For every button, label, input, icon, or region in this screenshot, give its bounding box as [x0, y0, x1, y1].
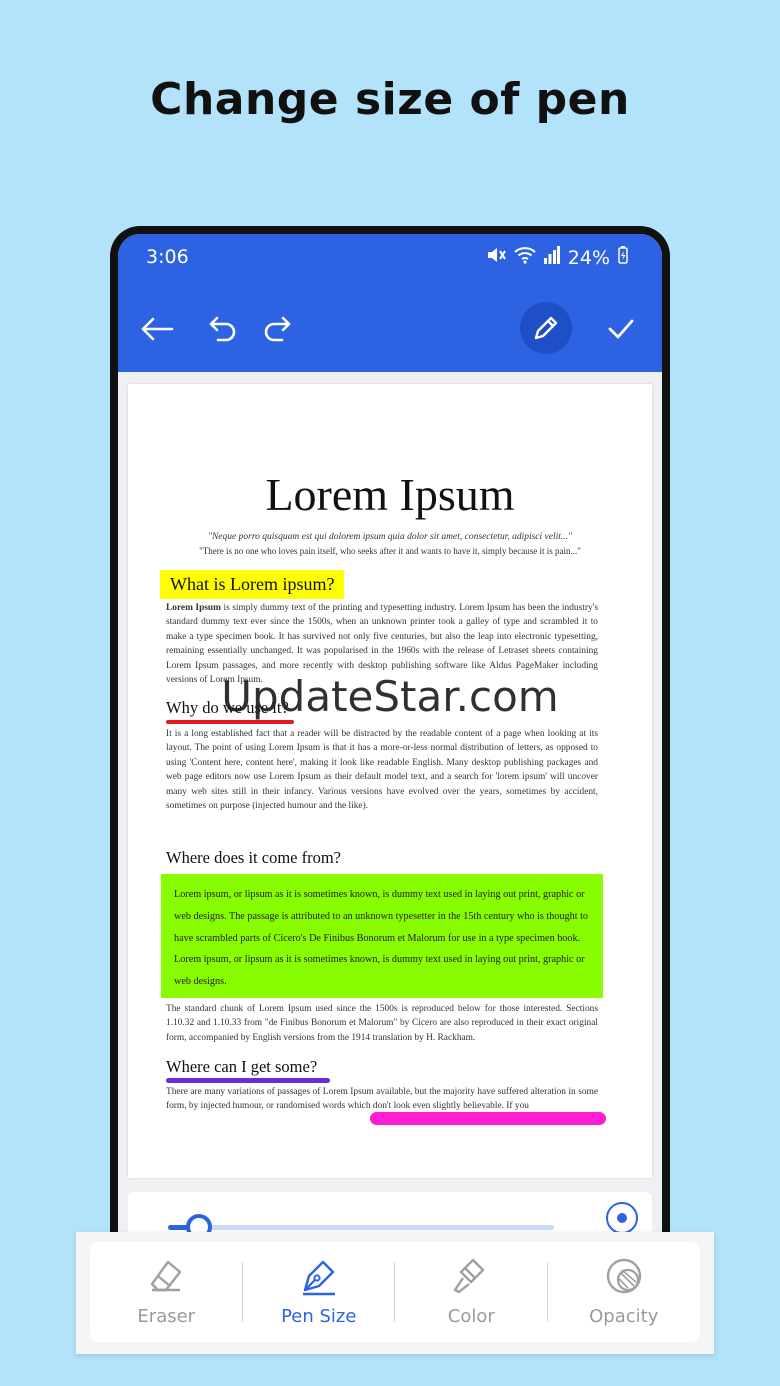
editor-toolbar [118, 284, 662, 372]
tool-opacity-label: Opacity [589, 1306, 659, 1327]
phone-screen: 3:06 24% Lorem Ipsum "Neque porro quisqu… [118, 234, 662, 1276]
heading-where-get: Where can I get some? [166, 1057, 318, 1076]
tool-color-label: Color [447, 1306, 495, 1327]
heading-what-is-lorem: What is Lorem ipsum? [160, 570, 345, 599]
tool-eraser-label: Eraser [137, 1306, 196, 1327]
mute-icon [486, 246, 506, 269]
paragraph-standard-chunk: The standard chunk of Lorem Ipsum used s… [166, 1004, 598, 1043]
bottom-tool-bar: Eraser Pen Size Color Opacity [76, 1232, 714, 1354]
phone-frame: 3:06 24% Lorem Ipsum "Neque porro quisqu… [110, 226, 670, 1276]
arrow-left-icon [141, 317, 174, 341]
paint-brush-icon [454, 1258, 485, 1294]
redo-icon [264, 316, 291, 342]
tool-color[interactable]: Color [395, 1242, 548, 1342]
redo-button[interactable] [254, 306, 300, 352]
battery-charging-icon [618, 246, 628, 269]
check-icon [608, 319, 634, 339]
document-page[interactable]: Lorem Ipsum "Neque porro quisquam est qu… [128, 384, 652, 1178]
pen-size-preview-dot [617, 1213, 627, 1223]
pen-nib-icon [302, 1260, 335, 1296]
paragraph-bold-term: Lorem Ipsum [166, 603, 221, 613]
tool-pen-size[interactable]: Pen Size [243, 1242, 395, 1342]
confirm-button[interactable] [598, 306, 644, 352]
tool-tabs: Eraser Pen Size Color Opacity [90, 1242, 700, 1342]
heading-where-from: Where does it come from? [166, 848, 342, 867]
status-icons: 24% [486, 246, 628, 269]
status-bar: 3:06 24% [118, 234, 662, 284]
document-title: Lorem Ipsum [265, 469, 515, 520]
pen-size-slider[interactable] [168, 1225, 554, 1230]
pen-tool-button[interactable] [520, 302, 572, 354]
tool-pen-size-label: Pen Size [281, 1306, 357, 1327]
pen-size-preview [606, 1202, 638, 1234]
back-button[interactable] [134, 306, 180, 352]
opacity-icon [606, 1258, 641, 1294]
signal-icon [543, 246, 560, 269]
paragraph-where-from: Lorem ipsum, or lipsum as it is sometime… [174, 889, 589, 988]
status-time: 3:06 [146, 246, 189, 268]
undo-button[interactable] [200, 306, 246, 352]
pink-pen-stroke [370, 1112, 606, 1125]
paragraph-why-use: It is a long established fact that a rea… [166, 729, 598, 812]
undo-icon [209, 316, 236, 342]
watermark: UpdateStar.com [221, 672, 559, 721]
paragraph-where-get: There are many variations of passages of… [166, 1087, 598, 1112]
headline: Change size of pen [150, 74, 630, 125]
document-quote-english: "There is no one who loves pain itself, … [199, 546, 581, 556]
pencil-icon [534, 316, 558, 340]
purple-pen-stroke [166, 1078, 330, 1083]
wifi-icon [514, 246, 536, 269]
tool-opacity[interactable]: Opacity [548, 1242, 701, 1342]
battery-percent: 24% [567, 246, 610, 269]
document-quote-latin: "Neque porro quisquam est qui dolorem ip… [207, 532, 573, 542]
tool-eraser[interactable]: Eraser [90, 1242, 243, 1342]
eraser-icon [151, 1260, 182, 1292]
